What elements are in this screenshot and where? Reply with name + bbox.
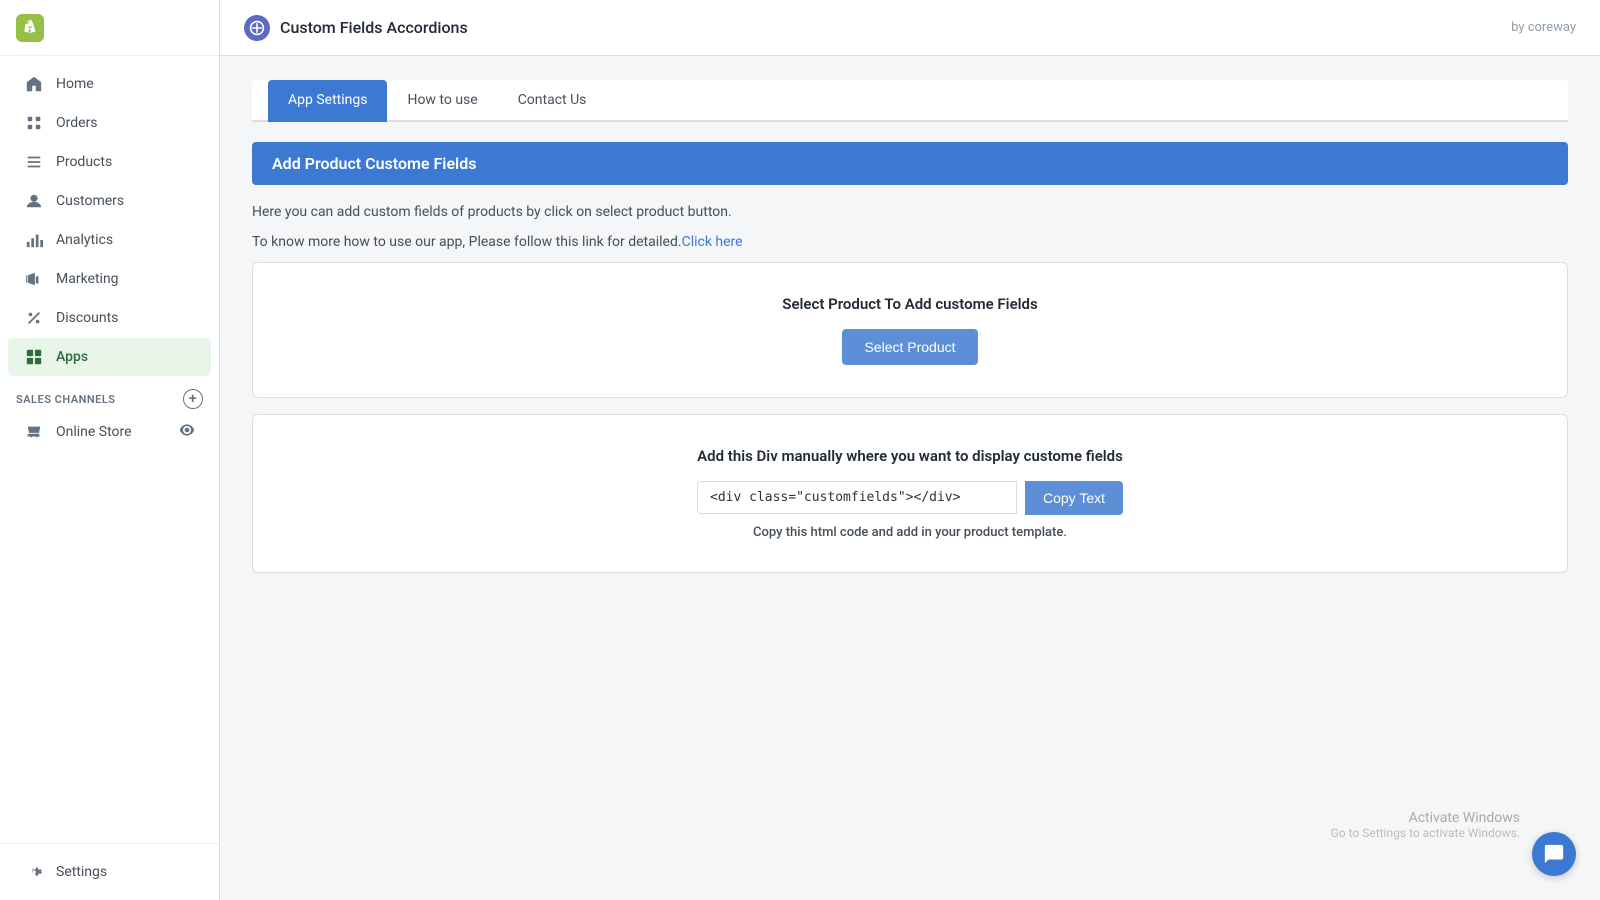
sidebar-item-settings[interactable]: Settings [8,853,211,891]
topbar: Custom Fields Accordions by coreway [220,0,1600,56]
chat-bubble-button[interactable] [1532,832,1576,876]
app-logo-icon [244,15,270,41]
section-header: Add Product Custome Fields [252,142,1568,185]
marketing-icon [24,269,44,289]
shopify-logo-icon [16,14,44,42]
sidebar-item-customers-label: Customers [56,193,124,209]
sidebar-item-apps[interactable]: Apps [8,338,211,376]
add-sales-channel-button[interactable]: + [183,389,203,409]
customers-icon [24,191,44,211]
sidebar-item-home-label: Home [56,76,94,92]
sidebar-item-apps-label: Apps [56,349,88,365]
code-input[interactable] [697,481,1017,514]
online-store-icon [24,422,44,442]
description-1: Here you can add custom fields of produc… [252,201,1568,223]
description-2-prefix: To know more how to use our app, Please … [252,234,682,250]
topbar-by-text: by coreway [1511,20,1576,35]
click-here-link[interactable]: Click here [682,234,743,250]
tab-contact-us[interactable]: Contact Us [498,80,607,122]
topbar-left: Custom Fields Accordions [244,15,468,41]
sidebar-item-products-label: Products [56,154,112,170]
home-icon [24,74,44,94]
sidebar-bottom: Settings [0,843,219,900]
orders-icon [24,113,44,133]
select-card-title: Select Product To Add custome Fields [782,295,1037,313]
online-store-visibility-icon[interactable] [179,422,195,442]
copy-text-button[interactable]: Copy Text [1025,481,1123,515]
sidebar-item-customers[interactable]: Customers [8,182,211,220]
apps-icon [24,347,44,367]
code-card: Add this Div manually where you want to … [252,414,1568,573]
sidebar-item-marketing[interactable]: Marketing [8,260,211,298]
sidebar-item-orders[interactable]: Orders [8,104,211,142]
sidebar-item-home[interactable]: Home [8,65,211,103]
sidebar: Home Orders Products [0,0,220,900]
sidebar-item-marketing-label: Marketing [56,271,119,287]
sidebar-logo [0,0,219,56]
sidebar-item-analytics[interactable]: Analytics [8,221,211,259]
select-product-button[interactable]: Select Product [842,329,977,365]
description-2: To know more how to use our app, Please … [252,231,1568,253]
code-row: Copy Text [697,481,1123,515]
topbar-title: Custom Fields Accordions [280,18,468,37]
content-area: App Settings How to use Contact Us Add P… [220,56,1600,900]
settings-label: Settings [56,864,107,880]
discounts-icon [24,308,44,328]
tab-app-settings[interactable]: App Settings [268,80,387,122]
sidebar-item-orders-label: Orders [56,115,98,131]
sidebar-item-products[interactable]: Products [8,143,211,181]
analytics-icon [24,230,44,250]
settings-icon [24,862,44,882]
sidebar-item-discounts[interactable]: Discounts [8,299,211,337]
code-card-title: Add this Div manually where you want to … [697,447,1123,465]
main-content: Custom Fields Accordions by coreway App … [220,0,1600,900]
select-product-card: Select Product To Add custome Fields Sel… [252,262,1568,398]
sidebar-item-online-store[interactable]: Online Store [8,414,211,450]
products-icon [24,152,44,172]
sidebar-item-analytics-label: Analytics [56,232,113,248]
tabs-container: App Settings How to use Contact Us [252,80,1568,122]
sales-channels-header: SALES CHANNELS + [0,377,219,413]
online-store-label: Online Store [56,424,132,440]
sidebar-nav: Home Orders Products [0,56,219,843]
sidebar-item-discounts-label: Discounts [56,310,118,326]
tab-how-to-use[interactable]: How to use [387,80,497,122]
code-hint: Copy this html code and add in your prod… [753,525,1067,540]
sales-channels-label: SALES CHANNELS [16,393,116,406]
